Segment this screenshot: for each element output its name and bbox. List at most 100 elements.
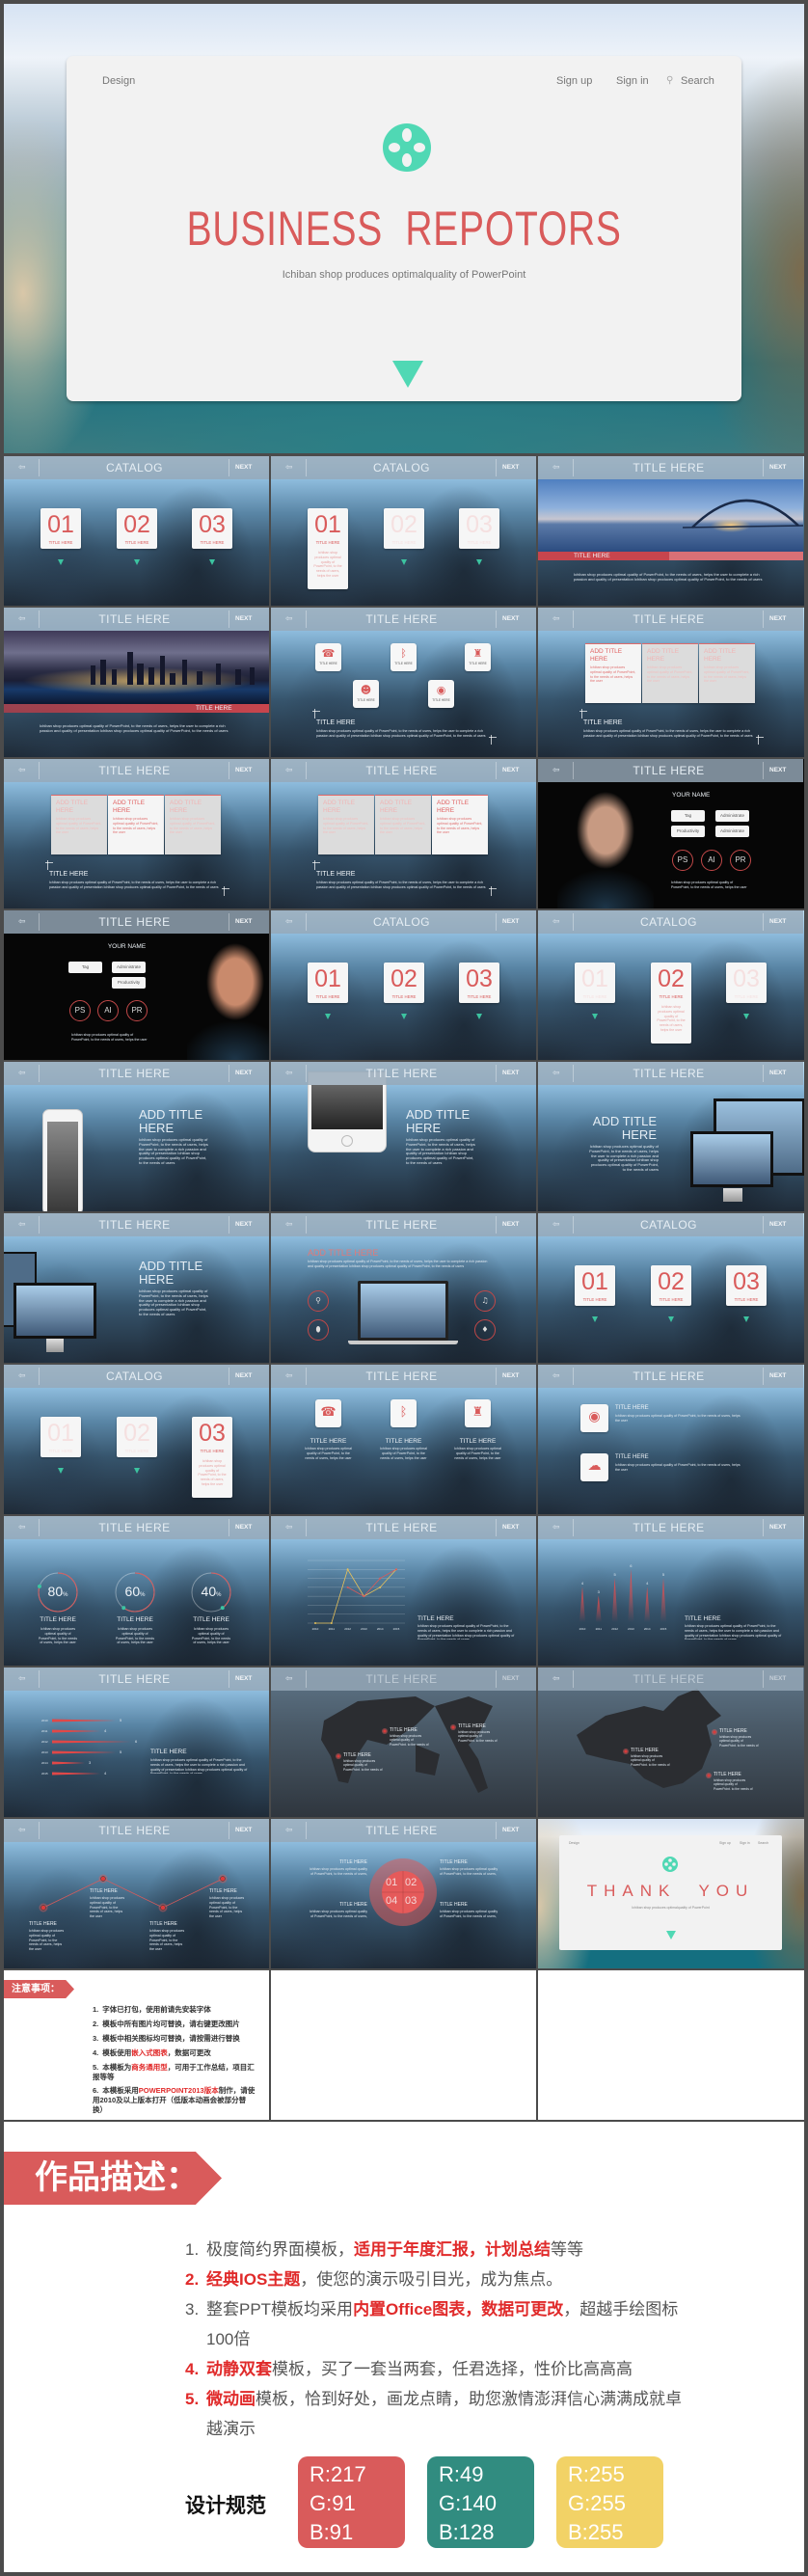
slide-thumbnail[interactable]: TITLE HERE Ichiban shop produces optimal … [538, 456, 804, 606]
catalog-card[interactable]: 01 TITLE HERE [308, 963, 348, 1003]
slide-thumbnail[interactable]: TITLE HERE Ichiban shop produces optimal … [538, 1668, 804, 1817]
catalog-card[interactable]: 02 TITLE HERE Ichiban shop produces optima… [651, 963, 691, 1044]
catalog-card[interactable]: 01 TITLE HERE [575, 1265, 615, 1306]
catalog-card[interactable]: 01 TITLE HERE Ichiban shop produces optima… [308, 508, 348, 589]
icon-tile[interactable]: ♜ TITLE HERE [465, 643, 491, 671]
content-card[interactable]: ADD TITLE HERE Ichiban shop produces opti… [585, 643, 641, 703]
next-button[interactable]: NEXT [235, 615, 252, 622]
nav-sign-in[interactable]: Sign in [616, 75, 649, 87]
triangle-down-icon[interactable] [666, 1931, 676, 1939]
arrow-left-icon[interactable]: ⇦ [18, 462, 26, 473]
next-button[interactable]: NEXT [769, 1524, 786, 1531]
arrow-left-icon[interactable]: ⇦ [552, 1370, 560, 1381]
profile-tag[interactable]: Tag [671, 810, 705, 822]
icon-tile[interactable]: ☁ [580, 1453, 608, 1481]
slide-thumbnail[interactable]: ADD TITLE HERE Ichiban shop produces opti… [271, 759, 536, 908]
content-card[interactable]: ADD TITLE HERE Ichiban shop produces opti… [375, 795, 431, 854]
slide-thumbnail[interactable]: ADD TITLE HERE Ichiban shop produces opti… [271, 1062, 536, 1211]
content-card[interactable]: ADD TITLE HERE Ichiban shop produces opti… [51, 795, 107, 854]
slide-thumbnail[interactable]: 01 TITLE HERE 02 TITLE HERE 03 TITLE HERE ⇦ CAT… [4, 456, 269, 606]
arrow-left-icon[interactable]: ⇦ [552, 1673, 560, 1684]
arrow-left-icon[interactable]: ⇦ [285, 1370, 293, 1381]
arrow-left-icon[interactable]: ⇦ [18, 1370, 26, 1381]
arrow-left-icon[interactable]: ⇦ [18, 1068, 26, 1078]
slide-thumbnail[interactable]: ADD TITLE HERE Ichiban shop produces opti… [538, 1062, 804, 1211]
icon-tile[interactable]: ◉ [580, 1404, 608, 1432]
profile-tag[interactable]: Administrate [715, 826, 749, 837]
arrow-left-icon[interactable]: ⇦ [18, 1219, 26, 1230]
arrow-left-icon[interactable]: ⇦ [18, 1522, 26, 1532]
profile-tag[interactable]: Productivity [671, 826, 705, 837]
arrow-left-icon[interactable]: ⇦ [552, 462, 560, 473]
slide-thumbnail[interactable]: 2010 2011 2012 2013 2014 2015 TITLE HERE Ichiba… [271, 1516, 536, 1666]
slide-thumbnail[interactable]: ☎ TITLE HERE ᛒ TITLE HERE ♜ TITLE HERE ☻ TITLE … [271, 608, 536, 757]
profile-tag[interactable]: Tag [68, 962, 102, 973]
arrow-left-icon[interactable]: ⇦ [285, 765, 293, 775]
catalog-card[interactable]: 03 TITLE HERE Ichiban shop produces optima… [192, 1417, 232, 1498]
content-card[interactable]: ADD TITLE HERE Ichiban shop produces opti… [318, 795, 374, 854]
next-button[interactable]: NEXT [769, 1221, 786, 1228]
nav-sign-in[interactable]: Sign in [740, 1841, 750, 1845]
slide-thumbnail[interactable]: 01 TITLE HERE 02 TITLE HERE Ichiban shop pro… [538, 910, 804, 1060]
content-card[interactable]: ADD TITLE HERE Ichiban shop produces opti… [642, 643, 698, 703]
next-button[interactable]: NEXT [769, 1372, 786, 1379]
icon-tile[interactable]: ᛒ [391, 1399, 417, 1427]
nav-sign-up[interactable]: Sign up [719, 1841, 731, 1845]
next-button[interactable]: NEXT [235, 1372, 252, 1379]
next-button[interactable]: NEXT [769, 615, 786, 622]
catalog-card[interactable]: 03 TITLE HERE [726, 1265, 767, 1306]
triangle-down-icon[interactable] [392, 361, 423, 388]
icon-tile[interactable]: ᛒ TITLE HERE [391, 643, 417, 671]
profile-tag[interactable]: Administrate [715, 810, 749, 822]
slide-thumbnail[interactable]: TITLE HERE Ichiban shop produces optimal … [4, 1819, 269, 1968]
next-button[interactable]: NEXT [502, 1221, 519, 1228]
nav-sign-up[interactable]: Sign up [556, 75, 592, 87]
slide-thumbnail[interactable]: YOUR NAME Tag Administrate Productivity Admi… [538, 759, 804, 908]
next-button[interactable]: NEXT [769, 464, 786, 471]
content-card[interactable]: ADD TITLE HERE Ichiban shop produces opti… [165, 795, 221, 854]
arrow-left-icon[interactable]: ⇦ [18, 916, 26, 927]
catalog-card[interactable]: 03 TITLE HERE [459, 508, 499, 549]
next-button[interactable]: NEXT [769, 1070, 786, 1076]
catalog-card[interactable]: 01 TITLE HERE [40, 1417, 81, 1457]
next-button[interactable]: NEXT [235, 464, 252, 471]
nav-design[interactable]: Design [102, 75, 135, 87]
next-button[interactable]: NEXT [235, 767, 252, 773]
icon-tile[interactable]: ☎ [315, 1399, 341, 1427]
arrow-left-icon[interactable]: ⇦ [18, 765, 26, 775]
arrow-left-icon[interactable]: ⇦ [285, 613, 293, 624]
arrow-left-icon[interactable]: ⇦ [285, 1522, 293, 1532]
arrow-left-icon[interactable]: ⇦ [552, 916, 560, 927]
catalog-card[interactable]: 01 TITLE HERE [40, 508, 81, 549]
next-button[interactable]: NEXT [502, 1524, 519, 1531]
next-button[interactable]: NEXT [769, 767, 786, 773]
next-button[interactable]: NEXT [502, 464, 519, 471]
icon-tile[interactable]: ☻ TITLE HERE [353, 680, 379, 708]
slide-thumbnail[interactable]: ADD TITLE HERE Ichiban shop produces opti… [4, 1062, 269, 1211]
arrow-left-icon[interactable]: ⇦ [285, 916, 293, 927]
arrow-left-icon[interactable]: ⇦ [285, 1673, 293, 1684]
next-button[interactable]: NEXT [769, 1675, 786, 1682]
icon-tile[interactable]: ☎ TITLE HERE [315, 643, 341, 671]
next-button[interactable]: NEXT [502, 1372, 519, 1379]
next-button[interactable]: NEXT [235, 918, 252, 925]
catalog-card[interactable]: 02 TITLE HERE [117, 1417, 157, 1457]
catalog-card[interactable]: 03 TITLE HERE [192, 508, 232, 549]
catalog-card[interactable]: 03 TITLE HERE [726, 963, 767, 1003]
nav-search[interactable]: Search [681, 75, 714, 87]
next-button[interactable]: NEXT [502, 1675, 519, 1682]
arrow-left-icon[interactable]: ⇦ [552, 765, 560, 775]
slide-thumbnail[interactable]: YOUR NAME Tag Administrate Productivity PS AI… [4, 910, 269, 1060]
arrow-left-icon[interactable]: ⇦ [552, 1219, 560, 1230]
next-button[interactable]: NEXT [502, 918, 519, 925]
next-button[interactable]: NEXT [235, 1675, 252, 1682]
slide-thumbnail[interactable]: 01 TITLE HERE 02 TITLE HERE 03 TITLE HERE ⇦ CAT… [271, 910, 536, 1060]
icon-tile[interactable]: ♜ [465, 1399, 491, 1427]
slide-thumbnail[interactable]: ☎ TITLE HERE Ichiban shop produces optimal… [271, 1365, 536, 1514]
slide-thumbnail[interactable]: ADD TITLE HERE Ichiban shop produces opti… [4, 759, 269, 908]
arrow-left-icon[interactable]: ⇦ [18, 1673, 26, 1684]
catalog-card[interactable]: 02 TITLE HERE [384, 508, 424, 549]
slide-thumbnail[interactable]: 01 TITLE HERE 02 TITLE HERE 03 TITLE HERE Ichi… [4, 1365, 269, 1514]
content-card[interactable]: ADD TITLE HERE Ichiban shop produces opti… [108, 795, 164, 854]
next-button[interactable]: NEXT [502, 1070, 519, 1076]
